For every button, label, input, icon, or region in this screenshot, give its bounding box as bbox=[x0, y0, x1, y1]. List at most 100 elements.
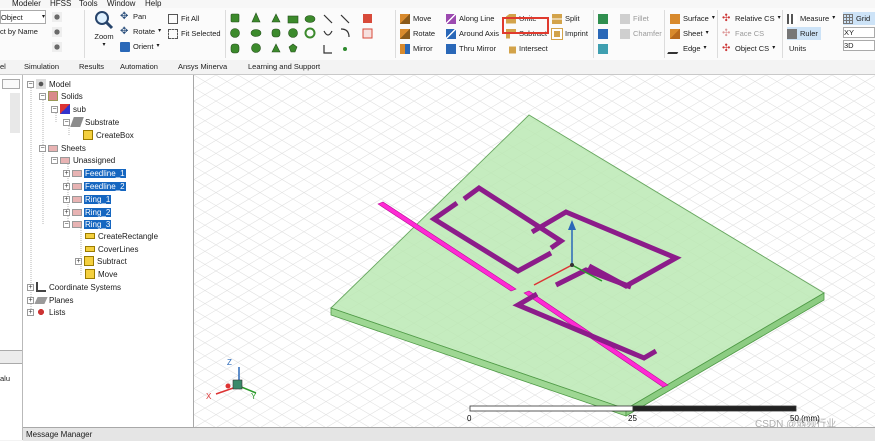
chamfer-icon bbox=[620, 28, 630, 39]
duplicate-around-axis-button[interactable]: Around Axis bbox=[446, 27, 499, 40]
draw-primitives-icons[interactable] bbox=[228, 11, 388, 57]
tree-item-subtract[interactable]: + Subtract bbox=[75, 255, 128, 267]
tree-item-ring-1[interactable]: + Ring_1 bbox=[63, 193, 112, 205]
tab-modeler[interactable]: el bbox=[0, 62, 6, 71]
tab-ansys-minerva[interactable]: Ansys Minerva bbox=[178, 62, 227, 71]
units-button[interactable]: Units bbox=[789, 42, 806, 55]
menu-hfss[interactable]: HFSS bbox=[50, 0, 71, 8]
collapse-icon[interactable]: − bbox=[27, 80, 34, 88]
tree-item-model[interactable]: − Model bbox=[27, 78, 72, 90]
tab-simulation[interactable]: Simulation bbox=[24, 62, 59, 71]
surface-dropdown[interactable]: Surface ▾ bbox=[670, 12, 715, 25]
relative-cs-dropdown[interactable]: ✣ Relative CS ▾ bbox=[722, 12, 781, 25]
tab-automation[interactable]: Automation bbox=[120, 62, 158, 71]
expand-icon[interactable]: + bbox=[63, 182, 70, 190]
measure-dropdown[interactable]: Measure ▾ bbox=[787, 12, 835, 25]
expand-icon[interactable]: + bbox=[63, 208, 70, 216]
collapse-icon[interactable]: − bbox=[39, 144, 46, 152]
tree-item-lists[interactable]: + Lists bbox=[27, 306, 66, 318]
history-icon-3[interactable] bbox=[52, 40, 62, 53]
grid-mode-select[interactable]: 3D bbox=[843, 40, 875, 51]
select-by-name-button[interactable]: ct by Name bbox=[0, 25, 38, 38]
fillet-button[interactable]: Fillet bbox=[620, 12, 649, 25]
tree-item-planes[interactable]: + Planes bbox=[27, 294, 74, 306]
fit-all-button[interactable]: Fit All bbox=[168, 12, 199, 25]
menu-window[interactable]: Window bbox=[107, 0, 135, 8]
history-icon-1[interactable] bbox=[52, 10, 62, 23]
history-icon-2[interactable] bbox=[52, 25, 62, 38]
tree-item-feedline-2[interactable]: + Feedline_2 bbox=[63, 180, 126, 192]
along-line-label: Along Line bbox=[459, 14, 495, 23]
expand-icon[interactable]: + bbox=[27, 308, 34, 316]
zoom-button[interactable]: Zoom ▾ bbox=[90, 10, 118, 52]
intersect-label: Intersect bbox=[519, 44, 548, 53]
wrap-icon-button[interactable] bbox=[598, 42, 608, 55]
tree-label-coverlines: CoverLines bbox=[98, 244, 139, 254]
tree-item-substrate[interactable]: − Substrate bbox=[63, 116, 120, 128]
expand-icon[interactable]: + bbox=[63, 169, 70, 177]
tree-item-createbox[interactable]: CreateBox bbox=[83, 129, 135, 141]
fit-selected-button[interactable]: Fit Selected bbox=[168, 27, 221, 40]
collapse-icon[interactable]: − bbox=[51, 105, 58, 113]
split-button[interactable]: Split bbox=[552, 12, 580, 25]
menu-help[interactable]: Help bbox=[145, 0, 161, 8]
face-cs-button[interactable]: ✣ Face CS bbox=[722, 27, 764, 40]
tree-item-unassigned[interactable]: − Unassigned bbox=[51, 154, 116, 166]
menu-tools[interactable]: Tools bbox=[79, 0, 98, 8]
fit-all-label: Fit All bbox=[181, 14, 200, 23]
unite-highlight-frame bbox=[502, 17, 549, 34]
grid-toggle[interactable]: Grid bbox=[843, 12, 875, 25]
edge-dropdown[interactable]: Edge ▾ bbox=[667, 42, 707, 55]
rotate-view-button[interactable]: ✥ Rotate ▾ bbox=[120, 25, 161, 38]
expand-icon[interactable]: + bbox=[75, 257, 82, 265]
grid-plane-select[interactable]: XY bbox=[843, 27, 875, 38]
tree-item-solids[interactable]: − Solids bbox=[39, 90, 84, 102]
tree-item-feedline-1[interactable]: + Feedline_1 bbox=[63, 167, 126, 179]
panel-scrollbar[interactable] bbox=[10, 93, 20, 133]
imprint-button[interactable]: Imprint bbox=[552, 27, 588, 40]
fillet-label: Fillet bbox=[633, 14, 649, 23]
thicken-icon-button[interactable] bbox=[598, 27, 608, 40]
orient-button[interactable]: Orient ▾ bbox=[120, 40, 159, 53]
panel-scroll-up[interactable] bbox=[2, 79, 20, 89]
ruler-toggle[interactable]: Ruler bbox=[787, 27, 821, 40]
pan-button[interactable]: ✥ Pan bbox=[120, 10, 146, 23]
tab-learning-support[interactable]: Learning and Support bbox=[248, 62, 320, 71]
collapse-icon[interactable]: − bbox=[63, 118, 70, 126]
message-manager-bar[interactable]: Message Manager bbox=[23, 427, 875, 441]
intersect-button[interactable]: Intersect bbox=[506, 42, 548, 55]
collapse-icon[interactable]: − bbox=[39, 92, 46, 100]
tab-results[interactable]: Results bbox=[79, 62, 104, 71]
expand-icon[interactable]: + bbox=[63, 195, 70, 203]
sweep-icon-button[interactable] bbox=[598, 12, 608, 25]
mirror-button[interactable]: Mirror bbox=[400, 42, 433, 55]
chamfer-button[interactable]: Chamfer bbox=[620, 27, 662, 40]
tree-item-createrectangle[interactable]: CreateRectangle bbox=[85, 230, 159, 242]
tree-item-sheets[interactable]: − Sheets bbox=[39, 142, 87, 154]
tree-item-coordinate-systems[interactable]: + Coordinate Systems bbox=[27, 281, 122, 293]
expand-icon[interactable]: + bbox=[27, 296, 34, 304]
viewport-canvas[interactable]: Z X Y 0 25 50 (mm) CSDN @弱频行业 bbox=[194, 75, 875, 427]
tree-item-ring-2[interactable]: + Ring_2 bbox=[63, 206, 112, 218]
tree-item-coverlines[interactable]: CoverLines bbox=[85, 243, 139, 255]
tree-item-sub[interactable]: − sub bbox=[51, 103, 87, 115]
select-mode-dropdown[interactable]: Object ▾ bbox=[0, 10, 46, 24]
collapse-icon[interactable]: − bbox=[63, 220, 70, 228]
duplicate-along-line-button[interactable]: Along Line bbox=[446, 12, 494, 25]
polyline-icon bbox=[323, 45, 332, 54]
modeler-viewport[interactable]: Z X Y 0 25 50 (mm) CSDN @弱频行业 bbox=[194, 75, 875, 427]
sheet-dropdown[interactable]: Sheet ▾ bbox=[670, 27, 709, 40]
tree-item-ring-3[interactable]: − Ring_3 bbox=[63, 218, 112, 230]
duplicate-thru-mirror-button[interactable]: Thru Mirror bbox=[446, 42, 496, 55]
expand-icon[interactable]: + bbox=[27, 283, 34, 291]
tree-item-move[interactable]: Move bbox=[85, 268, 119, 280]
move-icon bbox=[400, 13, 410, 24]
create-box-icon bbox=[83, 130, 93, 140]
menu-modeler[interactable]: Modeler bbox=[12, 0, 41, 8]
sphere-icon bbox=[230, 28, 240, 38]
rotate-object-button[interactable]: Rotate bbox=[400, 27, 435, 40]
object-cs-dropdown[interactable]: ✣ Object CS ▾ bbox=[722, 42, 775, 55]
collapse-icon[interactable]: − bbox=[51, 156, 58, 164]
ellipse-icon bbox=[304, 15, 316, 23]
move-button[interactable]: Move bbox=[400, 12, 431, 25]
